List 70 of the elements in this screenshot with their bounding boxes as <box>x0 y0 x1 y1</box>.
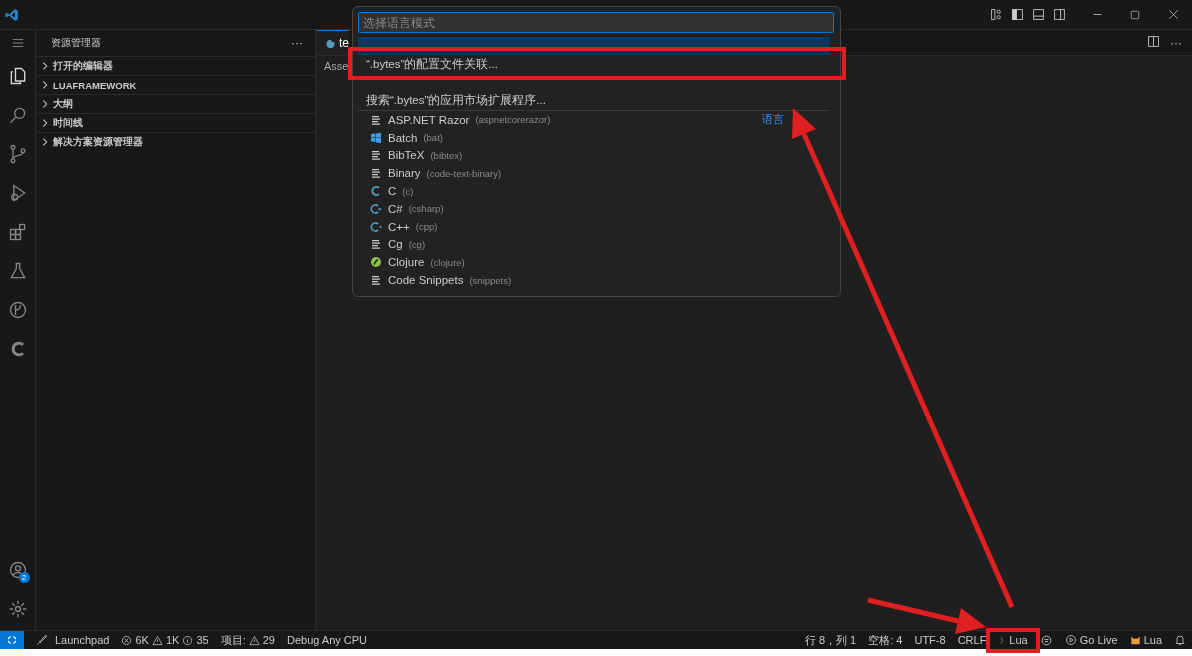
file-lines-icon <box>370 167 382 180</box>
language-search-field[interactable]: 选择语言模式 <box>358 12 834 33</box>
c-icon <box>370 185 382 198</box>
extensions-icon <box>7 221 28 242</box>
settings-icon <box>7 598 28 619</box>
sidebar-title: 资源管理器 <box>51 36 101 50</box>
sidebar-right-icon <box>1053 8 1066 21</box>
sidebar-section-header[interactable]: 大纲 <box>36 94 315 113</box>
maximize-icon <box>1130 9 1140 20</box>
braces-icon <box>998 634 1007 646</box>
status-item[interactable]: CRLF <box>951 634 993 646</box>
language-item[interactable]: C# (csharp) <box>358 200 830 218</box>
file-lines-icon <box>370 113 382 126</box>
sidebar-section-header[interactable]: 时间线 <box>36 113 315 132</box>
highlight-frame <box>986 628 1040 653</box>
sidebar-section-header[interactable]: 解决方案资源管理器 <box>36 132 315 151</box>
project-problems-item[interactable]: 项目: 29 <box>214 632 281 648</box>
remote-icon <box>6 634 18 646</box>
windows-icon <box>370 131 382 144</box>
breadcrumb[interactable]: Asse <box>324 60 349 72</box>
split-editor-icon <box>1147 34 1160 48</box>
editor-tab[interactable]: te <box>316 30 349 55</box>
status-item[interactable]: 行 8，列 1 <box>798 632 863 648</box>
account-icon <box>7 559 28 580</box>
git-commit-icon <box>7 299 28 320</box>
bell-icon <box>1174 634 1186 646</box>
language-item[interactable]: Batch (bat) <box>358 128 830 147</box>
file-lines-icon <box>370 149 382 162</box>
file-lines-icon <box>370 274 382 287</box>
picker-action-item[interactable]: 搜索“.bytes”的应用市场扩展程序... <box>358 91 830 109</box>
problems-item[interactable]: 6K 1K 35 <box>115 634 215 646</box>
cat-icon <box>1129 634 1141 646</box>
more-actions-button[interactable]: ··· <box>291 36 303 50</box>
menu-icon <box>10 36 25 50</box>
language-item[interactable]: Clojure (clojure) <box>358 253 830 272</box>
cpp-icon <box>370 220 382 233</box>
language-item[interactable]: ASP.NET Razor (aspnetcorerazor) 语言 <box>358 111 830 129</box>
layout-icon <box>990 8 1003 21</box>
language-item[interactable]: Code Snippets (snippets) <box>358 271 830 289</box>
file-type-icon <box>325 37 336 49</box>
warning-icon <box>151 634 163 646</box>
status-item[interactable]: 空格: 4 <box>862 632 909 648</box>
language-item[interactable]: BibTeX (bibtex) <box>358 146 830 165</box>
app-logo-icon <box>5 7 19 22</box>
sidebar-section-header[interactable]: LUAFRAMEWORK <box>36 75 315 94</box>
lua-item[interactable]: Lua <box>1123 634 1168 646</box>
info-icon <box>182 634 194 646</box>
error-icon <box>121 634 133 646</box>
clojure-icon <box>370 256 382 269</box>
status-item[interactable]: Debug Any CPU <box>280 634 374 646</box>
go-live-item[interactable]: Go Live <box>1058 634 1124 646</box>
play-icon <box>1064 634 1077 646</box>
language-item[interactable]: Cg (cg) <box>358 235 830 254</box>
accounts-button[interactable]: 2 <box>0 550 36 589</box>
picker-action-item[interactable]: “.bytes”的配置文件关联... <box>358 55 830 73</box>
more-actions-button[interactable]: ··· <box>1170 35 1182 50</box>
notification-badge: 2 <box>18 572 30 583</box>
csharp-icon <box>370 202 382 215</box>
sidebar-icon <box>1011 8 1024 21</box>
status-item[interactable]: UTF-8 <box>908 634 952 646</box>
sidebar-section-header[interactable]: 打开的编辑器 <box>36 56 315 75</box>
file-lines-icon <box>370 238 382 251</box>
warning-icon <box>248 634 260 646</box>
language-item[interactable]: C (c) <box>358 182 830 200</box>
panel-icon <box>1032 8 1045 21</box>
language-mode-item[interactable]: Lua <box>992 634 1034 646</box>
launchpad-item[interactable]: Launchpad <box>26 634 116 646</box>
close-icon <box>1167 9 1179 20</box>
language-item[interactable]: C++ (cpp) <box>358 217 830 236</box>
language-item[interactable]: Binary (code-text-binary) <box>358 164 830 183</box>
